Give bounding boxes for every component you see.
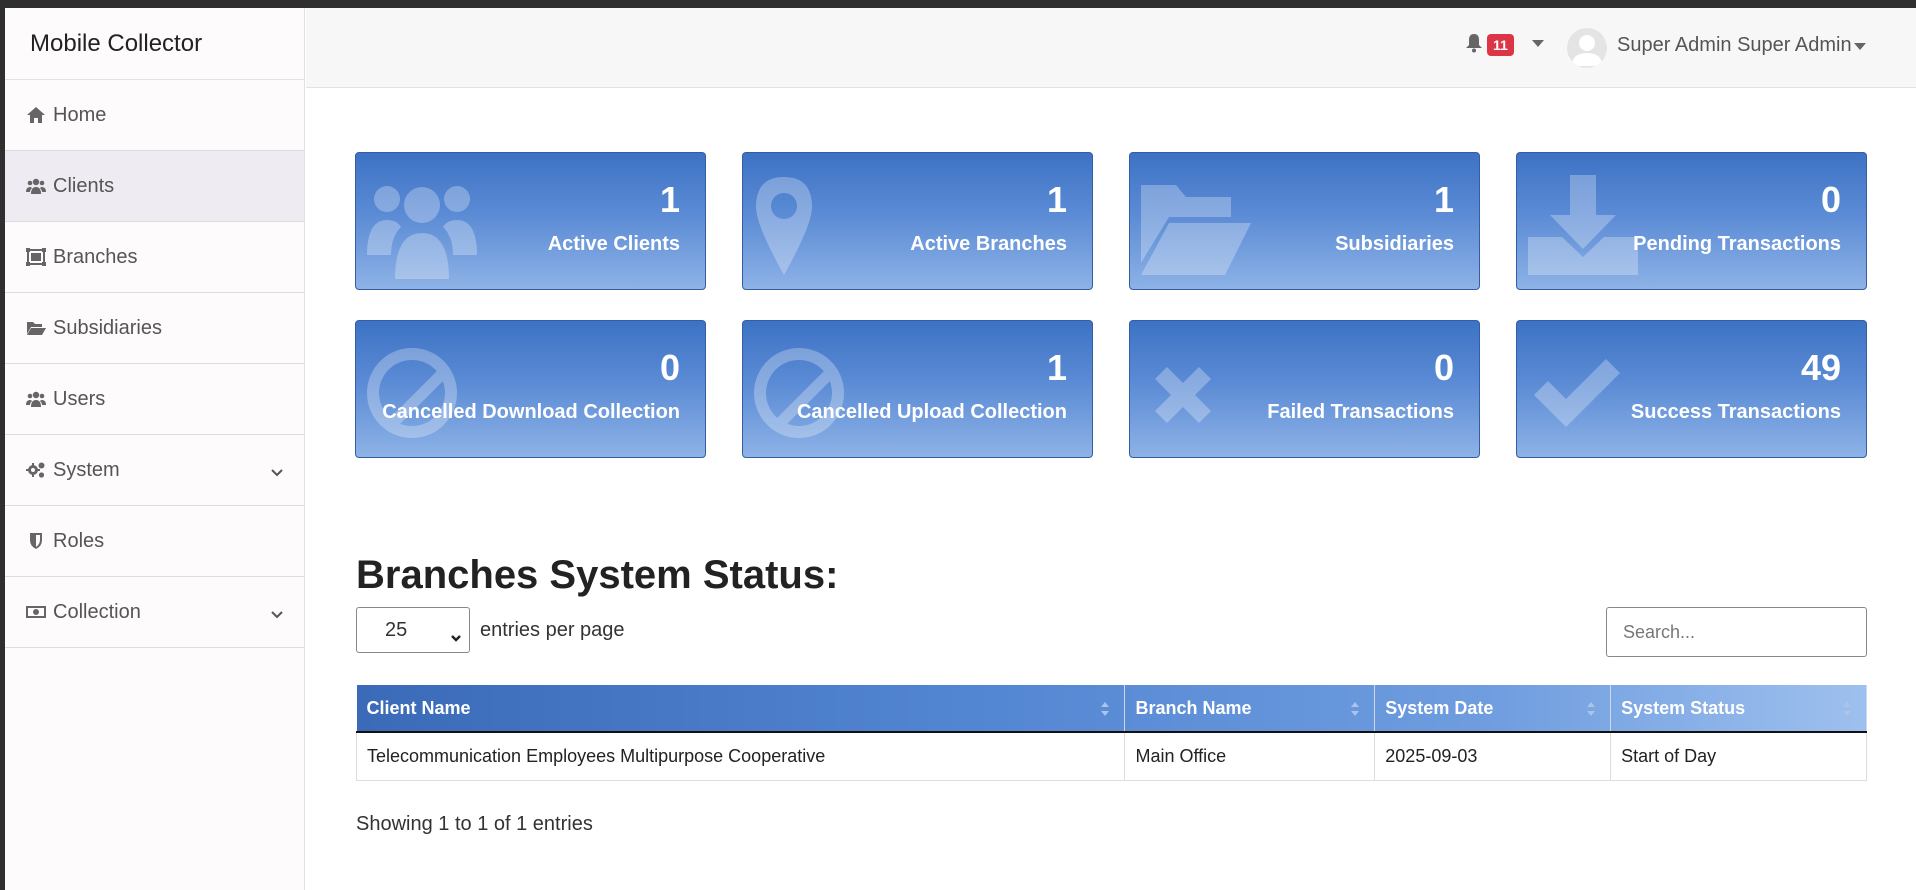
column-header-client-name[interactable]: Client Name [356,685,1126,733]
table-header-row: Client Name Branch Name System Date Syst… [356,685,1867,733]
folder-open-icon [1140,175,1252,279]
column-header-branch-name[interactable]: Branch Name [1124,685,1376,733]
stat-card-failed-transactions[interactable]: 0 Failed Transactions [1129,320,1480,458]
sort-icon [1586,700,1596,718]
user-menu[interactable]: Super Admin Super Admin [1617,34,1852,57]
folder-open-icon [25,319,47,337]
stat-value: 0 [659,347,680,388]
column-header-label: System Date [1385,697,1494,718]
check-icon [1527,343,1639,447]
times-icon [1140,343,1252,447]
cell-client-name: Telecommunication Employees Multipurpose… [355,732,1126,781]
table-row[interactable]: Telecommunication Employees Multipurpose… [355,732,1867,781]
stat-label: Failed Transactions [1267,401,1454,423]
stat-value: 49 [1800,347,1841,388]
sidebar-item-label: Roles [53,529,105,552]
stat-value: 1 [659,179,680,220]
chevron-down-icon [270,463,284,477]
user-dropdown-caret[interactable] [1854,43,1866,50]
stat-card-active-clients[interactable]: 1 Active Clients [355,152,706,290]
shield-icon [25,532,47,550]
sidebar-item-collection[interactable]: Collection [5,577,304,648]
chevron-down-icon [451,626,461,642]
column-header-label: Branch Name [1135,697,1252,718]
map-marker-icon [753,175,865,279]
stat-card-pending-transactions[interactable]: 0 Pending Transactions [1516,152,1867,290]
branch-icon [25,248,47,266]
sidebar-item-roles[interactable]: Roles [5,506,304,577]
ban-icon [753,343,865,447]
stat-value: 1 [1433,179,1454,220]
entries-value: 25 [385,618,408,641]
stat-card-success-transactions[interactable]: 49 Success Transactions [1516,320,1867,458]
search-input[interactable] [1606,607,1867,657]
sort-icon [1350,700,1360,718]
stat-label: Cancelled Download Collection [382,401,680,423]
stat-label: Active Branches [910,233,1067,255]
ban-icon [366,343,478,447]
stat-label: Cancelled Upload Collection [796,401,1067,423]
stat-label: Active Clients [547,233,680,255]
sidebar-item-label: Subsidiaries [53,316,162,339]
table-info: Showing 1 to 1 of 1 entries [356,813,593,835]
stat-label: Subsidiaries [1335,233,1454,255]
app-window: Mobile Collector Home Clients Branches S… [5,8,1916,890]
notification-badge[interactable]: 11 [1487,34,1514,56]
users-icon [366,175,478,279]
cell-system-status: Start of Day [1610,732,1867,781]
column-header-label: System Status [1621,697,1746,718]
entries-per-page-label: entries per page [480,619,625,641]
top-navbar: 11 Super Admin Super Admin [306,8,1916,88]
home-icon [25,106,47,124]
entries-per-page-select[interactable]: 25 [356,607,470,653]
users-icon [25,177,47,195]
cell-system-date: 2025-09-03 [1374,732,1612,781]
sidebar-item-label: Collection [53,600,141,623]
cell-branch-name: Main Office [1124,732,1376,781]
stat-label: Pending Transactions [1633,233,1841,255]
sidebar: Mobile Collector Home Clients Branches S… [5,8,305,890]
stat-card-active-branches[interactable]: 1 Active Branches [742,152,1093,290]
sort-icon [1100,700,1110,718]
money-icon [25,603,47,621]
stat-card-cancelled-upload[interactable]: 1 Cancelled Upload Collection [742,320,1093,458]
sidebar-item-system[interactable]: System [5,435,304,506]
sidebar-item-subsidiaries[interactable]: Subsidiaries [5,293,304,364]
section-title: Branches System Status: [356,553,839,597]
stat-card-subsidiaries[interactable]: 1 Subsidiaries [1129,152,1480,290]
users-icon [25,390,47,408]
stat-value: 0 [1820,179,1841,220]
stat-label: Success Transactions [1630,401,1841,423]
sidebar-item-label: Branches [53,245,138,268]
sidebar-item-label: Users [53,387,106,410]
column-header-system-date[interactable]: System Date [1374,685,1612,733]
stat-value: 1 [1046,347,1067,388]
sidebar-item-branches[interactable]: Branches [5,222,304,293]
notification-dropdown-caret[interactable] [1532,40,1544,47]
avatar[interactable] [1567,28,1607,68]
stat-value: 1 [1046,179,1067,220]
sidebar-item-label: Home [53,103,107,126]
download-icon [1527,175,1639,279]
column-header-label: Client Name [366,697,471,718]
sidebar-item-label: Clients [53,174,115,197]
column-header-system-status[interactable]: System Status [1610,685,1867,733]
sidebar-item-clients[interactable]: Clients [5,151,304,222]
brand-title[interactable]: Mobile Collector [5,8,304,80]
bell-icon[interactable] [1464,33,1484,53]
sidebar-item-users[interactable]: Users [5,364,304,435]
sidebar-item-home[interactable]: Home [5,80,304,151]
sidebar-item-label: System [53,458,120,481]
stat-card-cancelled-download[interactable]: 0 Cancelled Download Collection [355,320,706,458]
sort-icon [1842,700,1852,718]
gears-icon [25,461,47,479]
stat-value: 0 [1433,347,1454,388]
chevron-down-icon [270,605,284,619]
branches-status-table: Client Name Branch Name System Date Syst… [355,685,1867,781]
